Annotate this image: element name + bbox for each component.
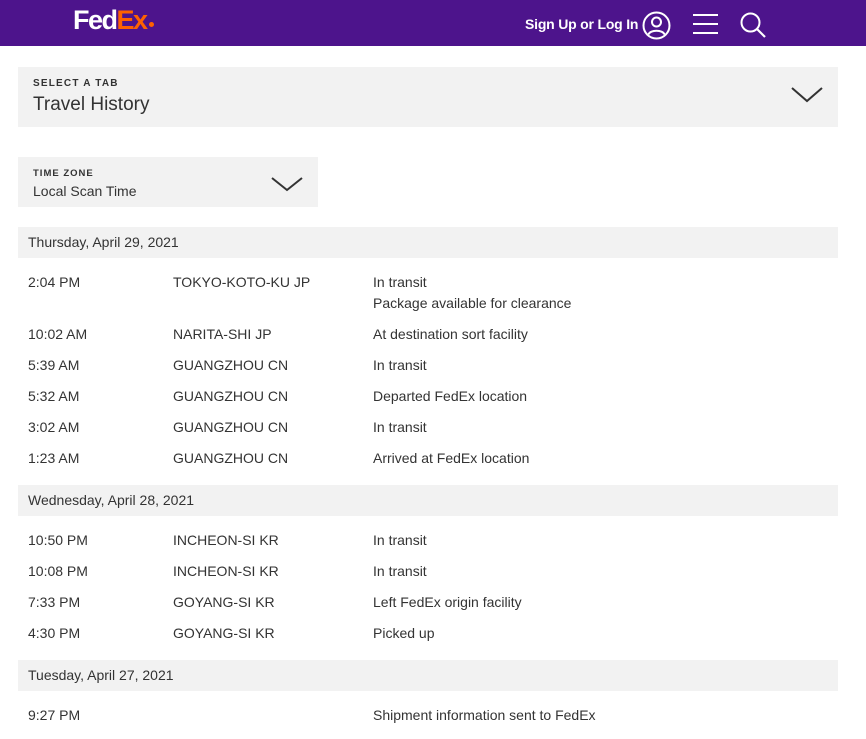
event-time: 4:30 PM (28, 625, 81, 641)
chevron-down-icon (271, 177, 303, 192)
event-status: Arrived at FedEx location (373, 450, 530, 466)
event-time: 5:39 AM (28, 357, 80, 373)
event-status: In transit (373, 563, 427, 579)
event-time: 9:27 PM (28, 707, 81, 723)
logo-ex-text: Ex (116, 5, 149, 35)
event-location: GUANGZHOU CN (173, 388, 289, 404)
event-location: GOYANG-SI KR (173, 625, 275, 641)
day-header: Wednesday, April 28, 2021 (18, 485, 838, 516)
select-tab-label: SELECT A TAB (33, 78, 119, 89)
event-time: 3:02 AM (28, 419, 80, 435)
fedex-logo[interactable]: FedEx (73, 5, 154, 35)
event-status: At destination sort facility (373, 326, 528, 342)
event-status: In transit (373, 274, 427, 290)
logo-dot (148, 22, 154, 27)
menu-icon[interactable] (692, 13, 719, 35)
time-zone-label: TIME ZONE (33, 168, 94, 179)
event-location: GUANGZHOU CN (173, 357, 289, 373)
logo-fed-text: Fed (73, 5, 118, 35)
event-status: Picked up (373, 625, 435, 641)
event-time: 7:33 PM (28, 594, 81, 610)
event-time: 1:23 AM (28, 450, 80, 466)
user-icon[interactable] (642, 11, 671, 40)
event-time: 2:04 PM (28, 274, 81, 290)
sign-up-login-link[interactable]: Sign Up or Log In (525, 16, 638, 32)
search-icon[interactable] (739, 11, 767, 39)
event-status: In transit (373, 532, 427, 548)
event-location: INCHEON-SI KR (173, 563, 279, 579)
event-status: In transit (373, 357, 427, 373)
event-location: TOKYO-KOTO-KU JP (173, 274, 311, 290)
event-status: Departed FedEx location (373, 388, 528, 404)
event-time: 10:02 AM (28, 326, 88, 342)
event-status: Left FedEx origin facility (373, 594, 522, 610)
select-tab-value: Travel History (33, 94, 150, 115)
event-location: GUANGZHOU CN (173, 450, 289, 466)
day-header: Thursday, April 29, 2021 (18, 227, 838, 258)
select-tab-dropdown[interactable]: SELECT A TAB Travel History (18, 67, 838, 127)
event-time: 10:08 PM (28, 563, 88, 579)
day-date: Wednesday, April 28, 2021 (28, 492, 195, 508)
day-date: Thursday, April 29, 2021 (28, 234, 179, 250)
event-status: In transit (373, 419, 427, 435)
event-detail: Package available for clearance (373, 295, 572, 311)
day-header: Tuesday, April 27, 2021 (18, 660, 838, 691)
event-location: INCHEON-SI KR (173, 532, 279, 548)
time-zone-dropdown[interactable]: TIME ZONE Local Scan Time (18, 157, 318, 207)
day-date: Tuesday, April 27, 2021 (28, 667, 174, 683)
event-location: NARITA-SHI JP (173, 326, 272, 342)
top-nav-bar: FedEx Sign Up or Log In (0, 0, 866, 46)
event-location: GOYANG-SI KR (173, 594, 275, 610)
event-time: 10:50 PM (28, 532, 88, 548)
event-time: 5:32 AM (28, 388, 80, 404)
event-status: Shipment information sent to FedEx (373, 707, 596, 723)
event-location: GUANGZHOU CN (173, 419, 289, 435)
time-zone-value: Local Scan Time (33, 183, 137, 199)
chevron-down-icon (791, 87, 823, 103)
